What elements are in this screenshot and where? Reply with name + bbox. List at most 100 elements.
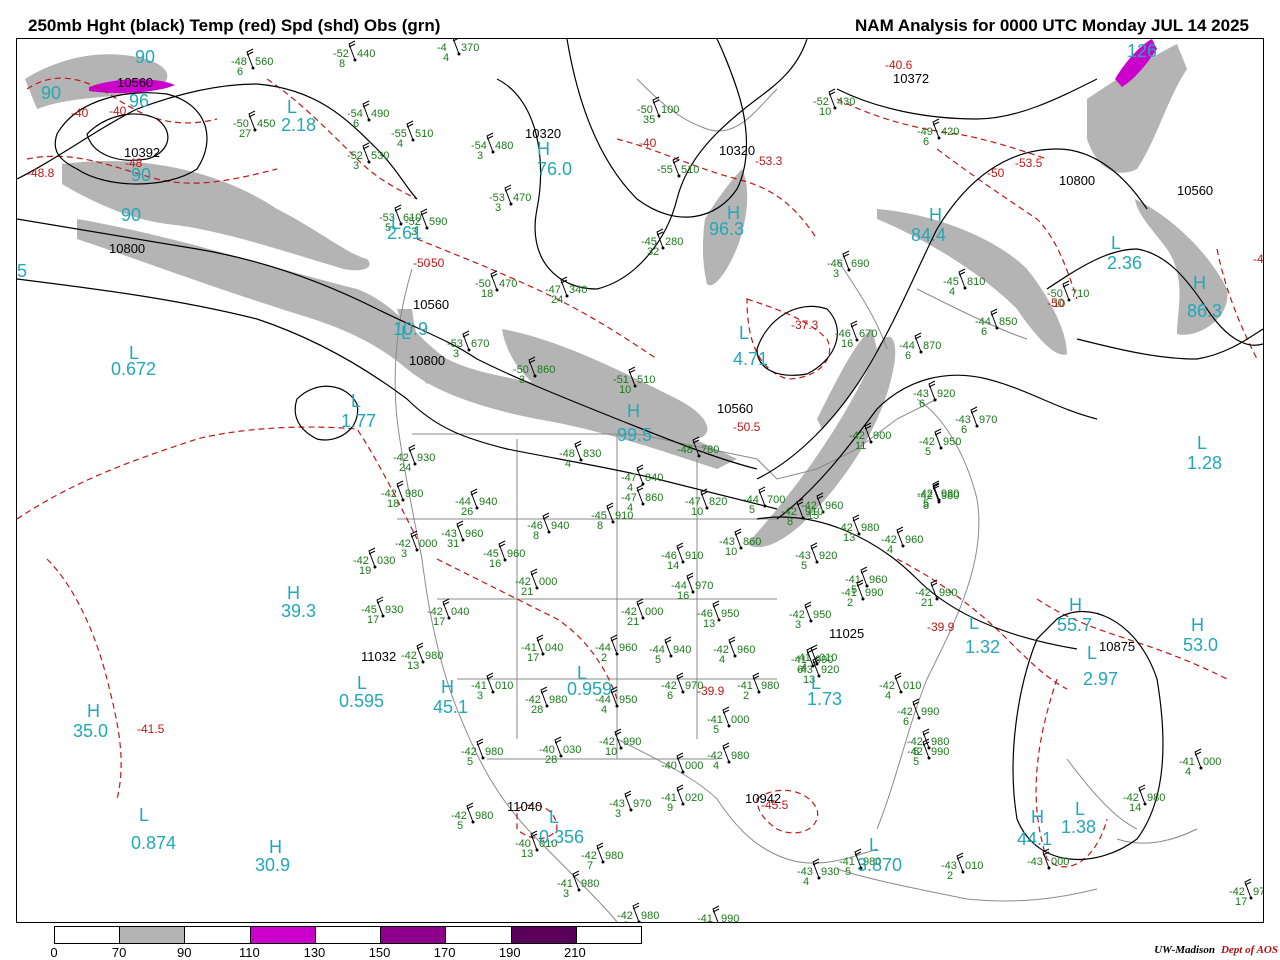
ob-height: 980 [941,488,959,500]
station-ob: -45 93017 [361,596,403,626]
ob-dewpoint: 5 [655,654,661,666]
height-label: 10800 [1059,173,1095,188]
speed-label: H [627,401,640,421]
ob-dewpoint: 5 [457,820,463,832]
station-ob: -43 96031 [441,520,483,550]
ob-dewpoint: 21 [627,616,639,628]
ob-height: 960 [737,644,755,656]
station-ob: -41 990 [697,905,739,922]
ob-dewpoint: 4 [713,760,719,772]
ob-height: 930 [417,452,435,464]
wind-barb [486,672,494,693]
ob-dewpoint: 4 [443,52,449,64]
ob-height: 960 [825,500,843,512]
station-ob: -44 97016 [671,572,713,602]
colorbar-tick: 190 [498,945,521,960]
ob-height: 870 [923,340,941,352]
speed-label: 1.28 [1187,453,1222,473]
ob-height: 840 [645,472,663,484]
station-ob: -44 94026 [455,488,497,518]
station-ob: -42 00021 [621,598,663,628]
temp-label: -39.9 [697,684,725,698]
speed-label: 4.71 [733,349,768,369]
ob-height: 940 [673,644,691,656]
speed-label: 1.32 [965,637,1000,657]
ob-dewpoint: 4 [719,654,725,666]
speed-label: 39.3 [281,601,316,621]
speed-label: 0.595 [339,691,384,711]
station-ob: -42 9505 [919,428,961,458]
ob-dewpoint: 4 [803,876,809,888]
speed-label: 90 [131,165,151,185]
height-label: 10560 [117,75,153,90]
ob-dewpoint: 17 [527,652,539,664]
ob-height: 960 [465,528,483,540]
wind-barb [722,706,730,727]
colorbar-segment [381,927,447,943]
colorbar-segment [120,927,186,943]
ob-dewpoint: 4 [565,458,571,470]
ob-height: 940 [551,520,569,532]
ob-height: 590 [429,216,447,228]
ob-height: 560 [255,56,273,68]
ob-height: 980 [605,850,623,862]
speed-label: 76.0 [537,159,572,179]
ob-height: 910 [805,506,823,518]
ob-height: 480 [495,140,513,152]
ob-height: 920 [819,550,837,562]
ob-height: 980 [861,522,879,534]
ob-dewpoint: 5 [801,560,807,572]
speed-label: 30.9 [255,855,290,875]
station-ob: -42 0104 [879,672,921,702]
ob-height: 970 [1253,886,1263,898]
ob-dewpoint: 8 [339,58,345,70]
height-label: 10372 [893,71,929,86]
ob-dewpoint: 8 [623,920,629,922]
station-ob: -42 98018 [381,480,423,510]
wind-barb [596,842,604,863]
ob-dewpoint: 8 [597,520,603,532]
ob-height: 980 [549,694,567,706]
ob-dewpoint: 6 [353,118,359,130]
speed-label: 44.1 [1017,829,1052,849]
ob-dewpoint: 13 [407,660,419,672]
ob-height: 970 [633,798,651,810]
station-ob: -42 9503 [789,601,831,631]
ob-height: 910 [685,550,703,562]
station-ob: -48 5606 [231,48,273,78]
station-ob: -45 28032 [641,228,683,258]
station-ob: -55 5104 [391,120,433,150]
ob-height: 510 [681,164,699,176]
temp-label: -45.5 [761,798,789,812]
wind-barb [452,39,460,55]
ob-dewpoint: 13 [843,532,855,544]
temp-label: -53.5 [1015,156,1043,170]
ob-dewpoint: 21 [921,597,933,609]
temp-label: -4 [1253,252,1263,266]
ob-dewpoint: 10 [819,106,831,118]
speed-label: H [1193,273,1206,293]
station-ob: -42 03019 [353,547,395,577]
ob-height: 030 [377,555,395,567]
station-ob: -54 4803 [471,132,513,162]
ob-dewpoint: 3 [401,548,407,560]
speed-label: L [351,391,361,411]
wind-barb [348,40,356,61]
height-label: 11032 [361,649,396,664]
ob-dewpoint: 5 [913,756,919,768]
ob-dewpoint: 17 [1235,896,1247,908]
station-ob: -41 0004 [1179,748,1221,778]
ob-temp: -48 [677,444,693,456]
ob-height: 920 [821,664,839,676]
ob-temp: -55 [657,164,673,176]
ob-height: 010 [903,680,921,692]
ob-height: 850 [999,316,1017,328]
ob-height: 340 [569,284,587,296]
speed-label: 99.5 [617,425,652,445]
ob-dewpoint: 16 [841,338,853,350]
ob-dewpoint: 18 [481,288,493,300]
ob-height: 040 [545,642,563,654]
station-ob: -42 00021 [515,568,557,598]
height-label: 10800 [109,241,145,256]
station-ob: -42 9805 [917,480,959,510]
